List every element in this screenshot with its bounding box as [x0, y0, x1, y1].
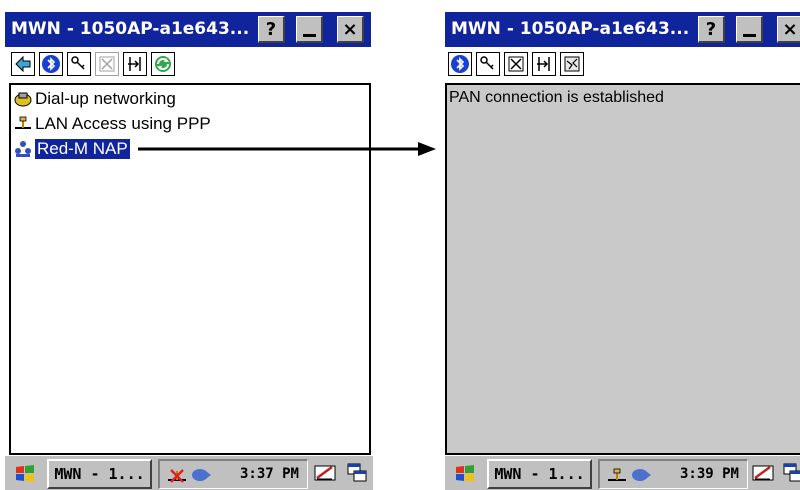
- remove-button[interactable]: [504, 52, 528, 76]
- disconnect-button[interactable]: [560, 52, 584, 76]
- connect-icon: [537, 57, 550, 71]
- network-connected-icon[interactable]: [606, 465, 628, 485]
- disconnect-icon: [564, 56, 580, 72]
- close-button[interactable]: ×: [777, 16, 800, 43]
- status-message: PAN connection is established: [449, 89, 664, 106]
- x-box-icon: [508, 56, 524, 72]
- minimize-icon: [742, 33, 756, 37]
- start-icon[interactable]: [453, 462, 477, 486]
- bluetooth-button[interactable]: [448, 52, 472, 76]
- clock[interactable]: 3:39 PM: [680, 466, 739, 482]
- key-button[interactable]: [476, 52, 500, 76]
- toolbar: [445, 47, 800, 83]
- right-screen: MWN - 1050AP-a1e643... ? × PAN connectio…: [440, 0, 800, 490]
- minimize-button[interactable]: [736, 16, 763, 43]
- window-title: MWN - 1050AP-a1e643...: [451, 19, 690, 39]
- key-icon: [480, 56, 494, 70]
- status-panel: PAN connection is established: [445, 83, 800, 455]
- taskbar: MWN - 1... 3:39 PM: [445, 455, 800, 490]
- help-label: ?: [705, 18, 717, 40]
- task-button[interactable]: MWN - 1...: [487, 459, 592, 489]
- bluetooth-tray-icon[interactable]: [630, 465, 652, 485]
- title-bar: MWN - 1050AP-a1e643... ? ×: [445, 12, 800, 47]
- switch-windows-icon[interactable]: [781, 461, 800, 485]
- close-label: ×: [782, 18, 798, 40]
- help-button[interactable]: ?: [698, 16, 725, 43]
- bluetooth-icon: [451, 55, 469, 73]
- input-panel-icon[interactable]: [751, 461, 775, 485]
- connect-button[interactable]: [532, 52, 556, 76]
- system-tray: 3:39 PM: [598, 459, 748, 489]
